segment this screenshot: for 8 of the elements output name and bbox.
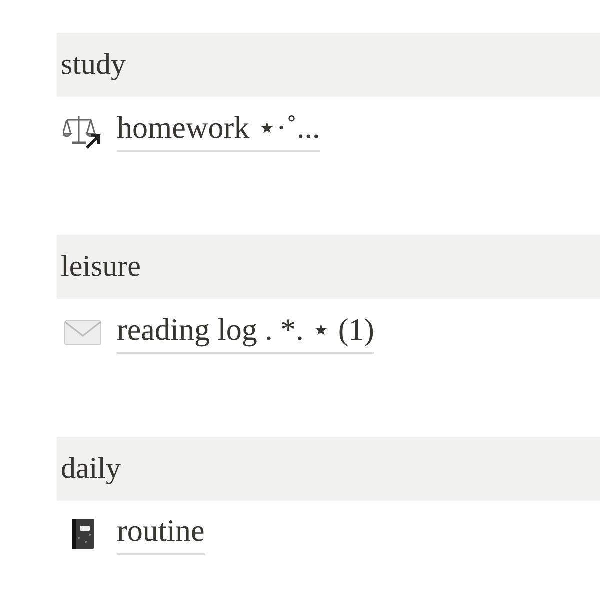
envelope-icon — [64, 320, 102, 346]
notebook-icon — [70, 518, 96, 550]
page-link[interactable]: routine — [117, 513, 205, 555]
page-link[interactable]: reading log . *. ⋆ (1) — [117, 311, 374, 354]
section-heading: daily — [57, 437, 600, 501]
section-heading: study — [57, 33, 600, 97]
section-heading: leisure — [57, 235, 600, 299]
page-link[interactable]: homework ⋆·˚... — [117, 109, 320, 152]
